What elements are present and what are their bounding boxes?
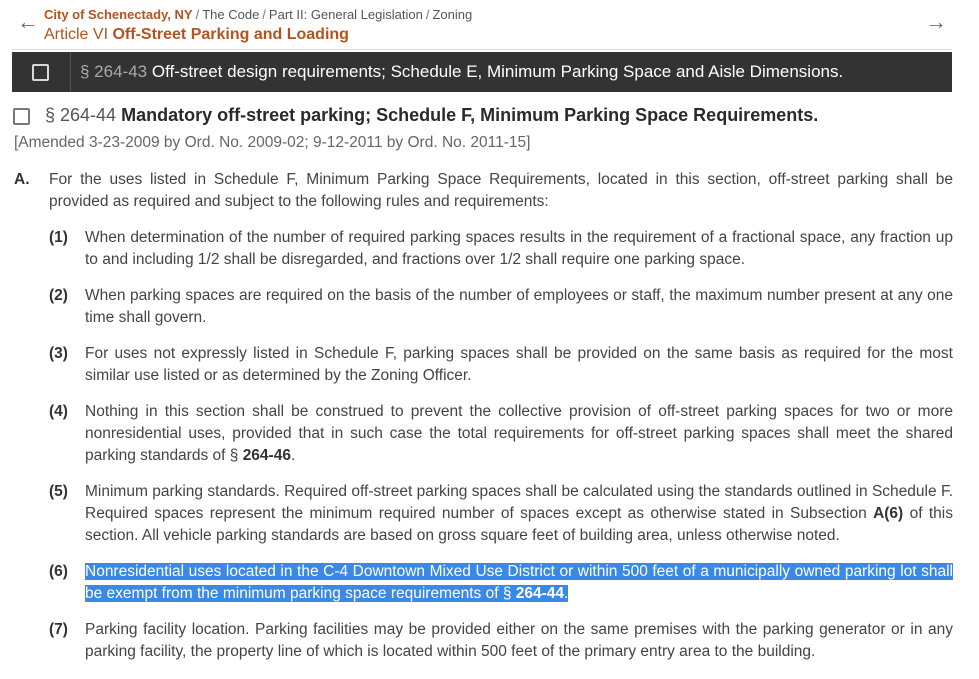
article-prefix: Article VI [44,26,109,43]
item-text: When parking spaces are required on the … [85,287,953,326]
section-title: § 264-44 Mandatory off-street parking; S… [45,105,818,126]
breadcrumb: City of Schenectady, NY / The Code / Part II… [44,7,472,22]
previous-section-bar[interactable]: § 264-43 Off-street design requirements;… [12,52,952,92]
code-header: ← City of Schenectady, NY / The Code / Part … [12,0,952,50]
item-label: (6) [49,563,68,580]
prev-section-title[interactable]: § 264-43 Off-street design requirements;… [80,62,843,82]
breadcrumb-municipality[interactable]: City of Schenectady, NY [44,7,193,22]
prev-section-checkbox[interactable] [32,64,49,81]
divider [70,52,71,92]
item-paragraph: Nothing in this section shall be constru… [85,401,953,467]
prev-section-text: Off-street design requirements; Schedule… [151,62,844,81]
item-label: (3) [49,345,68,362]
article-title[interactable]: Article VI Off-Street Parking and Loadin… [44,26,349,44]
item-label: (7) [49,621,68,638]
subsection-text: For the uses listed in Schedule F, Minim… [49,171,953,210]
subsection-reference-link[interactable]: A(6) [873,505,903,522]
item-text: When determination of the number of requ… [85,229,953,268]
breadcrumb-chapter[interactable]: Zoning [432,7,472,22]
article-name: Off-Street Parking and Loading [112,26,349,43]
amendment-note: [Amended 3-23-2009 by Ord. No. 2009-02; … [14,134,531,151]
breadcrumb-code[interactable]: The Code [202,7,259,22]
subsection-label: A. [14,171,30,188]
item-text: For uses not expressly listed in Schedul… [85,345,953,384]
highlighted-item-paragraph[interactable]: Nonresidential uses located in the C-4 D… [85,561,953,605]
item-tail: . [290,447,296,464]
breadcrumb-separator: / [195,7,200,22]
item-tail: . [564,585,569,602]
section-title-text: Mandatory off-street parking; Schedule F… [121,105,819,125]
breadcrumb-separator: / [262,7,266,22]
item-text: Nothing in this section shall be constru… [85,403,953,464]
item-label: (1) [49,229,68,246]
section-reference-link[interactable]: 264-44 [516,585,564,602]
item-text: Minimum parking standards. Required off-… [85,483,953,522]
item-label: (2) [49,287,68,304]
breadcrumb-part[interactable]: Part II: General Legislation [269,7,423,22]
section-checkbox[interactable] [13,108,30,125]
section-number: § 264-44 [45,105,117,125]
prev-section-number: § 264-43 [80,62,148,81]
arrow-left-icon[interactable]: ← [16,10,40,34]
item-label: (5) [49,483,68,500]
section-reference-link[interactable]: 264-46 [243,447,291,464]
item-label: (4) [49,403,68,420]
arrow-right-icon[interactable]: → [924,10,948,34]
item-text: Parking facility location. Parking facil… [85,621,953,660]
item-paragraph: Minimum parking standards. Required off-… [85,481,953,547]
